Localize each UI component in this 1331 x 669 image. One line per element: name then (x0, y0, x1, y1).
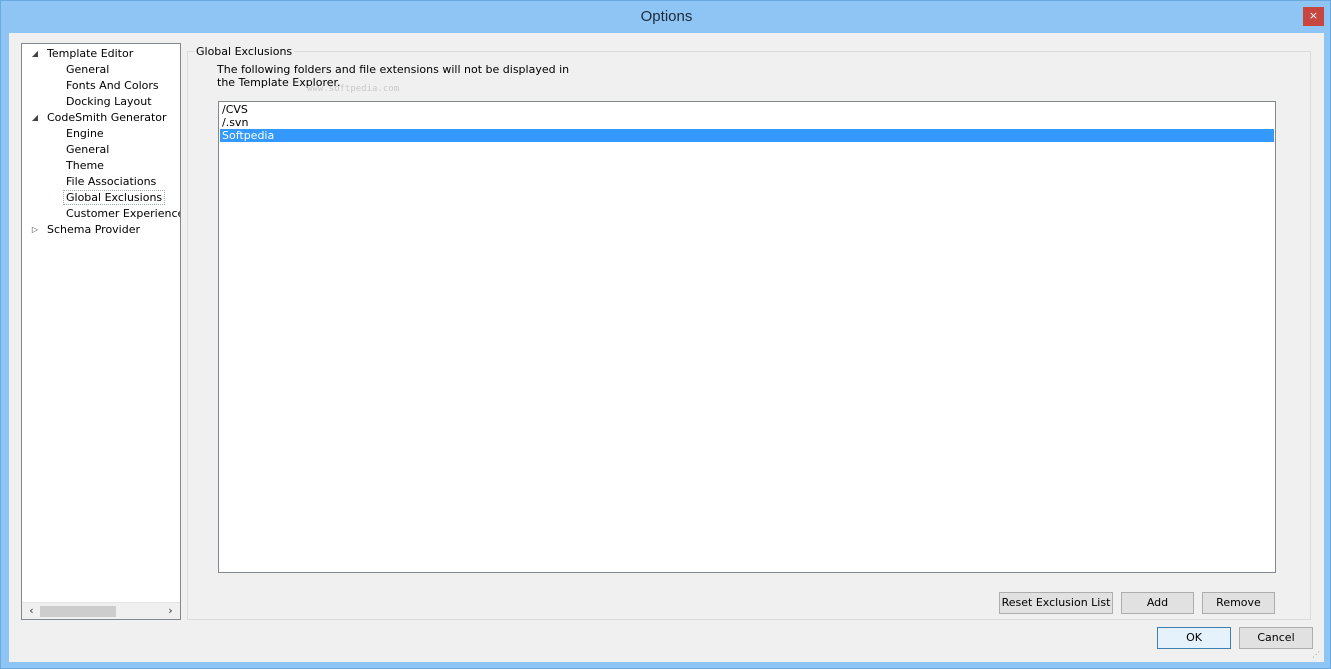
tree-item[interactable]: Schema Provider (47, 222, 140, 238)
tree-item[interactable]: General (66, 142, 109, 158)
tree-item[interactable]: Theme (66, 158, 104, 174)
tree-horizontal-scrollbar[interactable]: ‹ › (22, 602, 180, 619)
options-window: Options × ◢ Template Editor General Fonts A… (0, 0, 1331, 669)
tree-item[interactable]: Template Editor (47, 46, 133, 62)
scroll-left-icon[interactable]: ‹ (23, 603, 40, 619)
watermark: www.softpedia.com (307, 84, 400, 94)
window-title: Options (640, 8, 693, 25)
tree-item[interactable]: Customer Experience Im (66, 206, 180, 222)
title-bar[interactable]: Options × (1, 1, 1331, 33)
tree-item[interactable]: Docking Layout (66, 94, 152, 110)
expanded-arrow-icon[interactable]: ◢ (30, 46, 40, 62)
options-tree[interactable]: ◢ Template Editor General Fonts And Colors D… (21, 43, 181, 620)
close-button[interactable]: × (1303, 7, 1324, 26)
tree-item[interactable]: Engine (66, 126, 104, 142)
resize-grip-icon[interactable]: ⋰ (1312, 650, 1322, 660)
client-area: ◢ Template Editor General Fonts And Colors D… (9, 33, 1324, 662)
tree-item[interactable]: General (66, 62, 109, 78)
group-title: Global Exclusions (194, 45, 295, 58)
reset-exclusion-list-button[interactable]: Reset Exclusion List (999, 592, 1113, 614)
ok-button[interactable]: OK (1157, 627, 1231, 649)
scroll-right-icon[interactable]: › (162, 603, 179, 619)
scroll-thumb[interactable] (40, 606, 116, 617)
close-icon: × (1308, 9, 1319, 22)
expanded-arrow-icon[interactable]: ◢ (30, 110, 40, 126)
tree-item[interactable]: Fonts And Colors (66, 78, 159, 94)
exclusions-listbox[interactable]: /CVS/.svn Softpedia (218, 101, 1276, 573)
exclusion-list-item[interactable]: /.svn (220, 116, 1274, 129)
tree-item[interactable]: CodeSmith Generator (47, 110, 167, 126)
tree-item[interactable]: File Associations (66, 174, 156, 190)
remove-button[interactable]: Remove (1202, 592, 1275, 614)
collapsed-arrow-icon[interactable]: ▷ (30, 222, 40, 238)
exclusion-list-item[interactable]: Softpedia (220, 129, 1274, 142)
cancel-button[interactable]: Cancel (1239, 627, 1313, 649)
add-button[interactable]: Add (1121, 592, 1194, 614)
exclusion-list-item[interactable]: /CVS (220, 103, 1274, 116)
tree-item[interactable]: Global Exclusions (63, 190, 166, 205)
